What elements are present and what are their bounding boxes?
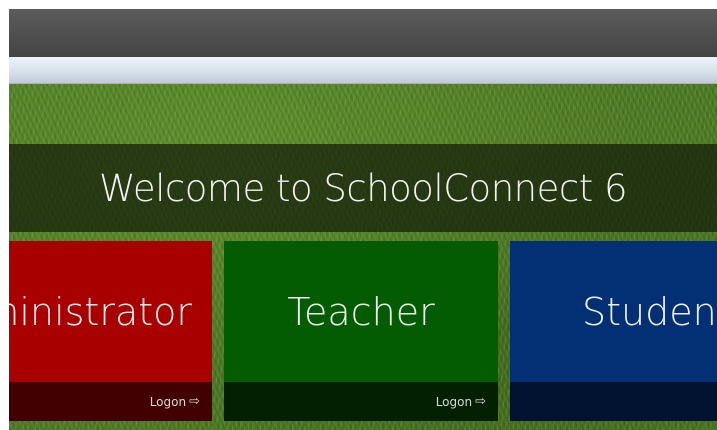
administrator-tile[interactable]: ministrator Logon ⇨ bbox=[9, 241, 212, 421]
top-header-bar bbox=[9, 9, 717, 57]
arrow-right-icon: ⇨ bbox=[475, 394, 486, 409]
student-tile-footer bbox=[510, 382, 717, 421]
teacher-tile-title: Teacher bbox=[287, 289, 435, 334]
student-tile-body[interactable]: Student bbox=[510, 241, 717, 382]
navigation-strip bbox=[9, 57, 717, 84]
student-tile-title: Student bbox=[582, 289, 717, 334]
teacher-tile-footer: Logon ⇨ bbox=[224, 382, 498, 421]
administrator-logon-label: Logon bbox=[149, 394, 187, 409]
administrator-tile-body[interactable]: ministrator bbox=[9, 241, 212, 382]
student-tile[interactable]: Student bbox=[510, 241, 717, 421]
teacher-tile[interactable]: Teacher Logon ⇨ bbox=[224, 241, 498, 421]
teacher-logon-link[interactable]: Logon ⇨ bbox=[436, 395, 486, 409]
welcome-banner: Welcome to SchoolConnect 6 bbox=[9, 144, 717, 232]
administrator-tile-title: ministrator bbox=[9, 289, 192, 334]
grass-background: Welcome to SchoolConnect 6 ministrator L… bbox=[9, 84, 717, 430]
administrator-logon-link[interactable]: Logon ⇨ bbox=[150, 395, 200, 409]
welcome-title: Welcome to SchoolConnect 6 bbox=[98, 166, 628, 210]
teacher-tile-body[interactable]: Teacher bbox=[224, 241, 498, 382]
teacher-logon-label: Logon bbox=[435, 394, 473, 409]
arrow-right-icon: ⇨ bbox=[189, 394, 200, 409]
administrator-tile-footer: Logon ⇨ bbox=[9, 382, 212, 421]
